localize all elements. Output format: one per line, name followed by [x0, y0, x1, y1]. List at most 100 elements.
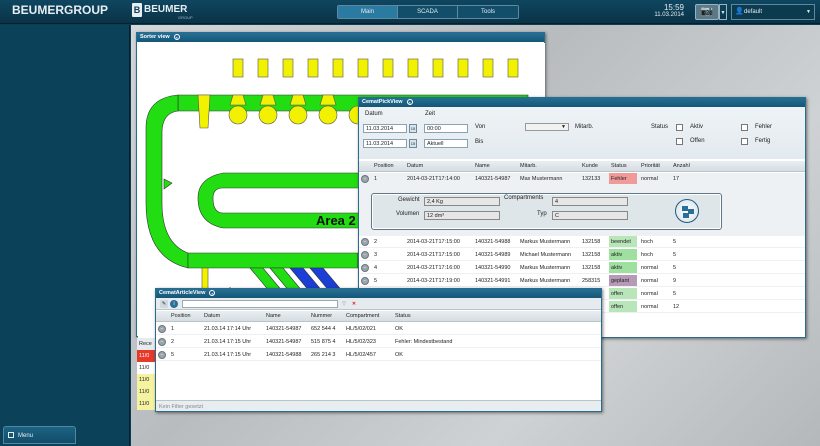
col-nummer[interactable]: Nummer [311, 313, 332, 319]
expand-icon[interactable]: − [158, 338, 166, 346]
value-gewicht: 2,4 Kg [424, 197, 500, 206]
cell-anzahl: 5 [673, 291, 677, 297]
cell-position: 4 [374, 265, 378, 271]
user-dropdown[interactable]: 👤 default ▼ [731, 4, 815, 20]
expand-icon[interactable]: − [361, 277, 369, 285]
calendar-icon[interactable]: 15 [409, 139, 417, 148]
list-item[interactable]: 11/0 [137, 362, 157, 374]
clock: 15:59 11.03.2014 [650, 3, 684, 18]
cell-nummer: 515 875 4 [311, 339, 336, 345]
tab-tools[interactable]: Tools [458, 6, 518, 18]
tools-icon[interactable]: ✎ [160, 300, 168, 308]
expand-icon[interactable]: − [361, 264, 369, 272]
checkbox-fertig[interactable] [741, 138, 748, 145]
filter-icon[interactable]: ▽ [340, 300, 348, 308]
camera-icon[interactable]: 📷 [695, 4, 719, 20]
cell-prioritaet: normal [641, 278, 658, 284]
info-icon[interactable]: i [170, 300, 178, 308]
table-row[interactable]: − 3 2014-03-21T17:15:00 140321-54989 Mic… [359, 249, 805, 261]
cell-position: 1 [374, 176, 378, 182]
value-typ: C [552, 211, 628, 220]
col-compartment[interactable]: Compartment [346, 313, 379, 319]
table-row[interactable]: − 2 21.03.14 17:15 Uhr 140321-54987 515 … [156, 336, 601, 348]
pick-filter-form: Datum Zeit 11.03.2014 15 00:00 Von 11.03… [359, 107, 805, 159]
calendar-icon[interactable]: 15 [409, 124, 417, 133]
close-icon[interactable]: × [173, 33, 180, 40]
article-grid-header: Position Datum Name Nummer Compartment S… [156, 311, 601, 322]
table-row[interactable]: − 5 21.03.14 17:15 Uhr 140321-54988 265 … [156, 349, 601, 361]
cell-kunde: 132133 [582, 176, 601, 182]
close-icon[interactable]: × [406, 98, 413, 105]
col-name[interactable]: Name [266, 313, 281, 319]
date-to-input[interactable]: 11.03.2014 [363, 139, 407, 148]
cell-anzahl: 12 [673, 304, 680, 310]
tab-scada[interactable]: SCADA [398, 6, 458, 18]
tab-main[interactable]: Main [338, 6, 398, 18]
time-to-input[interactable]: Aktuell [424, 139, 468, 148]
date-from-input[interactable]: 11.03.2014 [363, 124, 407, 133]
col-anzahl[interactable]: Anzahl [673, 163, 690, 169]
list-item[interactable]: 11/0 [137, 350, 157, 362]
status-badge: offen [609, 288, 637, 299]
checkbox-fehler[interactable] [741, 124, 748, 131]
table-row[interactable]: − 1 21.03.14 17:14 Uhr 140321-54987 652 … [156, 323, 601, 335]
cell-name: 140321-54987 [266, 339, 302, 345]
list-item[interactable]: 11/0 [137, 398, 157, 410]
expand-icon[interactable]: − [361, 251, 369, 259]
mitarb-select[interactable]: ▼ [525, 123, 569, 131]
user-icon: 👤 [735, 8, 744, 15]
pick-window-title[interactable]: CematPickView × [359, 98, 805, 107]
label-bis: Bis [475, 139, 484, 145]
list-item[interactable]: 11/0 [137, 374, 157, 386]
label-fehler: Fehler [755, 124, 773, 130]
status-badge: geplant [609, 275, 637, 286]
col-kunde[interactable]: Kunde [582, 163, 598, 169]
article-view-icon[interactable] [675, 199, 699, 223]
table-row[interactable]: − 1 2014-03-21T17:14:00 140321-54987 Max… [359, 173, 805, 236]
cell-name: 140321-54988 [475, 239, 511, 245]
label-zeit: Zeit [425, 111, 436, 117]
col-status[interactable]: Status [611, 163, 627, 169]
col-prioritaet[interactable]: Priorität [641, 163, 660, 169]
table-row[interactable]: − 4 2014-03-21T17:16:00 140321-54990 Mar… [359, 262, 805, 274]
expand-icon[interactable]: − [158, 325, 166, 333]
col-datum[interactable]: Datum [407, 163, 423, 169]
cell-name: 140321-54989 [475, 252, 511, 258]
collapse-icon[interactable]: − [361, 175, 369, 183]
cell-position: 5 [374, 278, 378, 284]
expand-icon[interactable]: − [361, 238, 369, 246]
menu-icon [8, 432, 14, 438]
left-panel [0, 25, 130, 446]
sorter-window-title[interactable]: Sorter view × [137, 33, 544, 42]
chevron-down-icon[interactable]: ▼ [719, 4, 727, 20]
cell-prioritaet: normal [641, 176, 658, 182]
col-datum[interactable]: Datum [204, 313, 220, 319]
table-row[interactable]: − 5 2014-03-21T17:19:00 140321-54991 Mar… [359, 275, 805, 287]
col-name[interactable]: Name [475, 163, 490, 169]
checkbox-offen[interactable] [676, 138, 683, 145]
article-window-title[interactable]: CematArticleView × [156, 289, 601, 298]
expand-icon[interactable]: − [158, 351, 166, 359]
checkbox-aktiv[interactable] [676, 124, 683, 131]
time-from-input[interactable]: 00:00 [424, 124, 468, 133]
clear-filter-icon[interactable]: ✕ [350, 300, 358, 308]
cell-prioritaet: normal [641, 291, 658, 297]
cell-anzahl: 9 [673, 278, 677, 284]
table-row[interactable]: − 2 2014-03-21T17:15:00 140321-54988 Mar… [359, 236, 805, 248]
chevron-down-icon: ▼ [806, 9, 811, 15]
list-item[interactable]: 11/0 [137, 386, 157, 398]
col-position[interactable]: Position [171, 313, 191, 319]
menu-button[interactable]: Menu [3, 426, 76, 444]
col-status[interactable]: Status [395, 313, 411, 319]
col-position[interactable]: Position [374, 163, 394, 169]
col-mitarb[interactable]: Mitarb. [520, 163, 537, 169]
cell-position: 5 [171, 352, 175, 358]
close-icon[interactable]: × [209, 289, 216, 296]
menu-label: Menu [18, 433, 34, 439]
cell-anzahl: 5 [673, 252, 677, 258]
cell-mitarb: Markus Mustermann [520, 239, 571, 245]
cell-nummer: 265 214 3 [311, 352, 336, 358]
cell-name: 140321-54990 [475, 265, 511, 271]
status-badge: aktiv [609, 249, 637, 260]
filter-input[interactable] [182, 300, 338, 308]
